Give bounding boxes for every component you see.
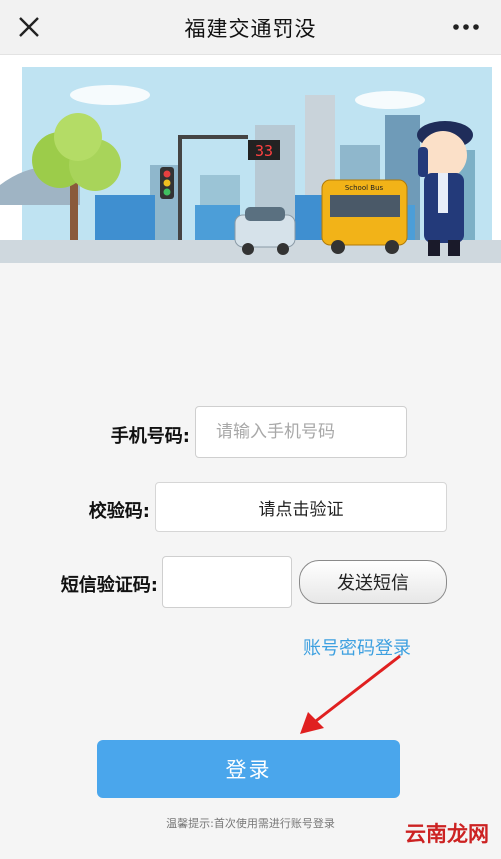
page-title: 福建交通罚没: [184, 17, 317, 41]
login-button[interactable]: 登录: [97, 740, 400, 798]
city-traffic-banner: 33 School Bus: [0, 55, 501, 263]
countdown-display: 33: [255, 142, 273, 160]
watermark: 云南龙网: [405, 821, 489, 846]
login-button-label: 登录: [225, 758, 272, 782]
captcha-text: 请点击验证: [258, 499, 344, 520]
captcha-verify-button[interactable]: 请点击验证: [155, 482, 447, 532]
phone-input[interactable]: [195, 406, 407, 458]
sms-code-label: 短信验证码:: [60, 575, 158, 596]
captcha-label: 校验码:: [88, 501, 150, 522]
banner-illustration: 33 School Bus: [0, 55, 501, 263]
send-sms-label: 发送短信: [337, 573, 409, 594]
more-icon[interactable]: [451, 20, 481, 34]
title-bar: 福建交通罚没: [0, 0, 501, 55]
sms-code-input[interactable]: [162, 556, 292, 608]
bus-sign-text: School Bus: [345, 184, 384, 192]
phone-label: 手机号码:: [110, 426, 190, 447]
annotation-arrow-icon: [300, 654, 401, 734]
send-sms-button[interactable]: 发送短信: [299, 560, 447, 604]
